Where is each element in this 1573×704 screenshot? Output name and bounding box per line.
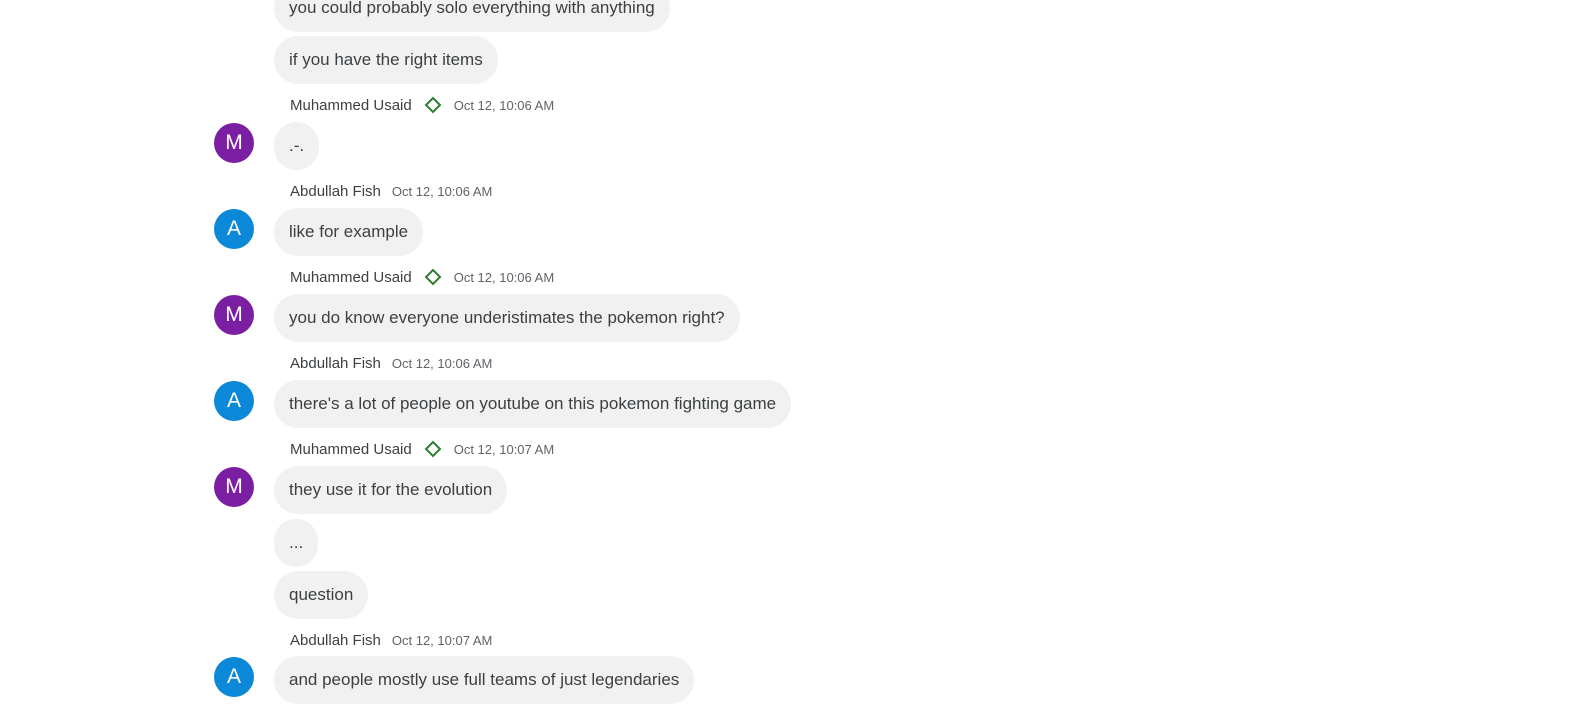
diamond-moderator-icon — [424, 268, 442, 286]
sender-name[interactable]: Muhammed Usaid — [290, 269, 412, 286]
avatar[interactable]: M — [214, 295, 254, 335]
message-timestamp: Oct 12, 10:06 AM — [391, 183, 493, 199]
message-header: Muhammed Usaid Oct 12, 10:06 AM — [290, 95, 554, 115]
message-header: Abdullah Fish Oct 12, 10:06 AM — [290, 181, 492, 201]
message-timestamp: Oct 12, 10:07 AM — [453, 441, 555, 457]
message-bubble[interactable]: ... — [274, 519, 319, 567]
avatar[interactable]: A — [214, 657, 254, 697]
message-bubble[interactable]: you could probably solo everything with … — [274, 0, 670, 32]
avatar[interactable]: M — [214, 467, 254, 507]
diamond-moderator-icon — [424, 440, 442, 458]
sender-name[interactable]: Abdullah Fish — [290, 355, 381, 372]
message-timestamp: Oct 12, 10:06 AM — [453, 269, 555, 285]
message-bubble[interactable]: if you have the right items — [274, 36, 498, 84]
message-timestamp: Oct 12, 10:07 AM — [391, 632, 493, 648]
chat-thread: you could probably solo everything with … — [0, 0, 1573, 704]
message-header: Muhammed Usaid Oct 12, 10:07 AM — [290, 439, 554, 459]
sender-name[interactable]: Abdullah Fish — [290, 632, 381, 649]
avatar[interactable]: M — [214, 123, 254, 163]
message-timestamp: Oct 12, 10:06 AM — [391, 355, 493, 371]
message-bubble[interactable]: they use it for the evolution — [274, 466, 508, 514]
message-timestamp: Oct 12, 10:06 AM — [453, 97, 555, 113]
avatar[interactable]: A — [214, 381, 254, 421]
message-bubble[interactable]: you do know everyone underistimates the … — [274, 294, 740, 342]
message-bubble[interactable]: like for example — [274, 208, 424, 256]
message-header: Abdullah Fish Oct 12, 10:06 AM — [290, 353, 492, 373]
avatar[interactable]: A — [214, 209, 254, 249]
sender-name[interactable]: Muhammed Usaid — [290, 441, 412, 458]
message-bubble[interactable]: and people mostly use full teams of just… — [274, 656, 695, 704]
message-bubble[interactable]: .-. — [274, 122, 320, 170]
message-header: Abdullah Fish Oct 12, 10:07 AM — [290, 630, 492, 650]
message-bubble[interactable]: there's a lot of people on youtube on th… — [274, 380, 792, 428]
message-bubble[interactable]: question — [274, 571, 369, 619]
diamond-moderator-icon — [424, 96, 442, 114]
sender-name[interactable]: Abdullah Fish — [290, 183, 381, 200]
sender-name[interactable]: Muhammed Usaid — [290, 97, 412, 114]
message-header: Muhammed Usaid Oct 12, 10:06 AM — [290, 267, 554, 287]
